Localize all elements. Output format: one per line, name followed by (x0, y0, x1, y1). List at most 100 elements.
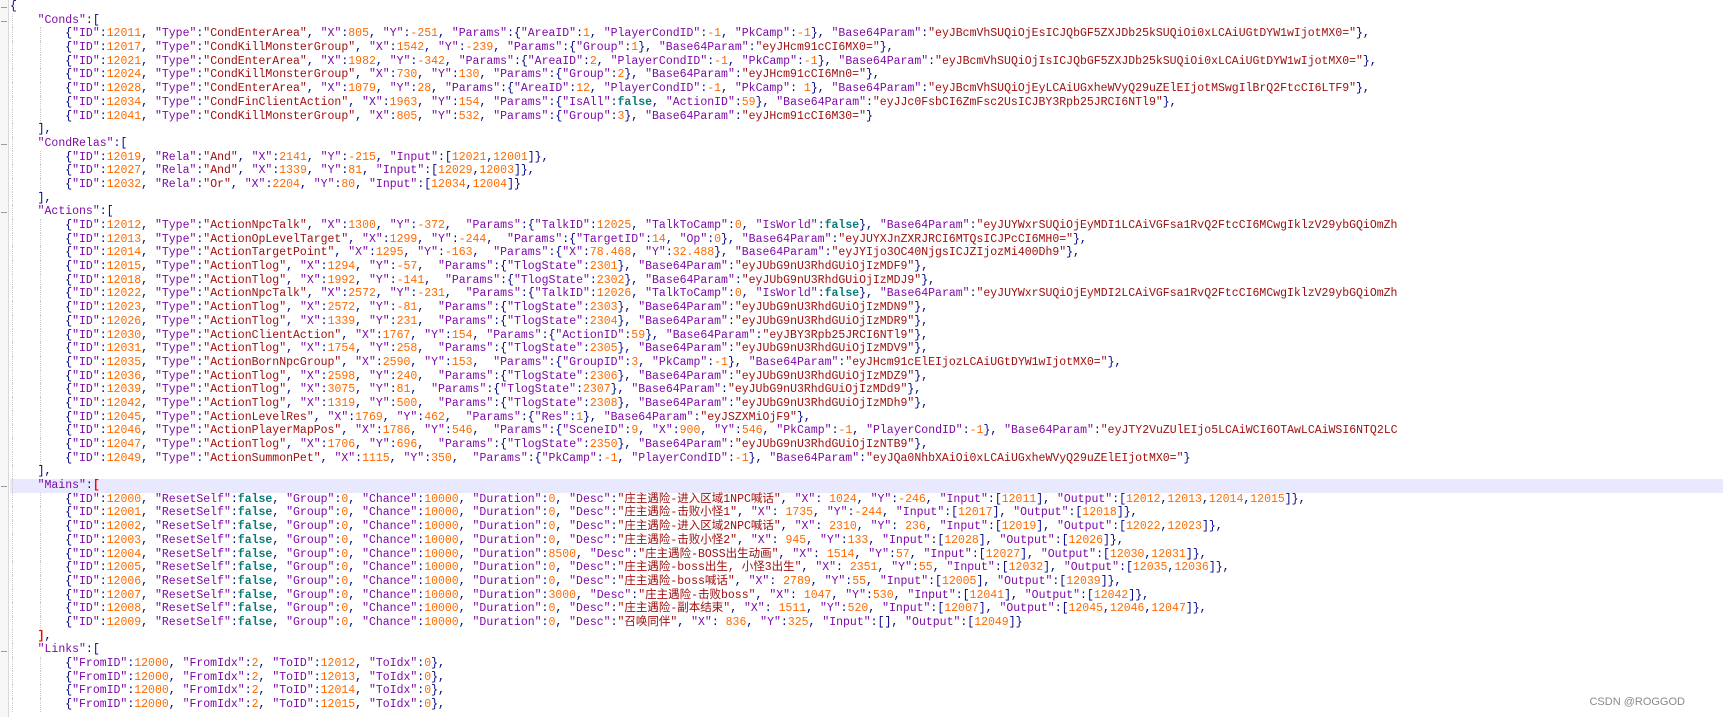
json-number: 12028 (106, 82, 142, 96)
code-line[interactable]: {"ID":12000, "ResetSelf":false, "Group":… (10, 492, 1723, 507)
json-string: "And" (203, 150, 238, 164)
fold-toggle-icon[interactable] (1, 143, 7, 145)
json-string: "eyJSZXMiOjF9" (700, 410, 797, 424)
json-punctuation: : (589, 273, 597, 287)
code-area[interactable]: { "Conds":[ {"ID":12011, "Type":"CondEnt… (10, 0, 1723, 717)
json-punctuation: : (99, 533, 107, 547)
code-line[interactable]: {"ID":12047, "Type":"ActionTlog", "X":17… (10, 438, 1723, 452)
json-punctuation: , (893, 588, 908, 602)
fold-toggle-icon[interactable] (1, 486, 7, 488)
code-line[interactable]: {"ID":12023, "Type":"ActionTlog", "X":25… (10, 301, 1723, 315)
json-punctuation: , (272, 615, 287, 629)
json-punctuation: , (141, 232, 155, 246)
json-string: "CondEnterArea" (203, 27, 307, 41)
code-line[interactable]: {"ID":12030, "Type":"ActionClientAction"… (10, 328, 1723, 343)
code-line[interactable]: {"ID":12032, "Rela":"Or", "X":2204, "Y":… (10, 177, 1723, 192)
json-punctuation: : (99, 41, 107, 55)
code-line[interactable]: {"ID":12015, "Type":"ActionTlog", "X":12… (10, 260, 1723, 274)
code-line[interactable]: {"ID":12034, "Type":"CondFinClientAction… (10, 95, 1723, 110)
code-line[interactable]: "Links":[ (10, 643, 1723, 657)
fold-gutter[interactable] (0, 0, 9, 717)
json-key: "Group" (286, 588, 335, 602)
code-line[interactable]: {"ID":12031, "Type":"ActionTlog", "X":17… (10, 342, 1723, 356)
code-line[interactable]: {"ID":12004, "ResetSelf":false, "Group":… (10, 547, 1723, 562)
json-key: "Params" (465, 287, 521, 301)
code-line[interactable]: {"ID":12018, "Type":"ActionTlog", "X":19… (10, 273, 1723, 288)
code-line[interactable]: {"ID":12017, "Type":"CondKillMonsterGrou… (10, 41, 1723, 55)
json-string: "庄主遇险-进入区域1NPC喊话" (617, 492, 781, 506)
code-line[interactable]: {"FromID":12000, "FromIdx":2, "ToID":120… (10, 698, 1723, 712)
json-punctuation: , (355, 342, 369, 356)
json-punctuation: }, (1073, 232, 1087, 246)
fold-toggle-icon[interactable] (1, 650, 7, 652)
code-editor[interactable]: { "Conds":[ {"ID":12011, "Type":"CondEnt… (0, 0, 1723, 717)
code-line[interactable]: {"ID":12012, "Type":"ActionNpcTalk", "X"… (10, 219, 1723, 233)
code-line[interactable]: {"ID":12022, "Type":"ActionNpcTalk", "X"… (10, 287, 1723, 302)
json-punctuation: :[ (1054, 602, 1069, 616)
code-line[interactable]: {"ID":12001, "ResetSelf":false, "Group":… (10, 506, 1723, 521)
code-line[interactable]: {"ID":12046, "Type":"ActionPlayerMapPos"… (10, 424, 1723, 438)
code-line[interactable]: ], (10, 465, 1723, 480)
json-punctuation: : (99, 273, 107, 287)
json-punctuation: , (417, 68, 432, 82)
json-key: "Output" (997, 574, 1053, 588)
json-number: 12019 (1001, 520, 1037, 534)
code-line[interactable]: {"ID":12024, "Type":"CondKillMonsterGrou… (10, 68, 1723, 83)
json-number: 2590 (382, 355, 411, 369)
fold-toggle-icon[interactable] (1, 20, 7, 22)
code-line[interactable]: {"ID":12014, "Type":"ActionTargetPoint",… (10, 246, 1723, 261)
json-punctuation: : (911, 561, 919, 575)
json-number: 12028 (944, 533, 979, 547)
code-line[interactable]: {"ID":12006, "ResetSelf":false, "Group":… (10, 574, 1723, 589)
code-line[interactable]: {"ID":12005, "ResetSelf":false, "Group":… (10, 561, 1723, 575)
code-line[interactable]: {"ID":12021, "Type":"CondEnterArea", "X"… (10, 54, 1723, 69)
code-line[interactable]: {"ID":12039, "Type":"ActionTlog", "X":30… (10, 383, 1723, 397)
code-line[interactable]: "Actions":[ (10, 205, 1723, 219)
json-punctuation: ], (1036, 492, 1057, 506)
json-number: 1992 (327, 273, 356, 287)
code-line[interactable]: {"ID":12035, "Type":"ActionBornNpcGroup"… (10, 355, 1723, 370)
code-line[interactable]: {"ID":12002, "ResetSelf":false, "Group":… (10, 520, 1723, 534)
code-line[interactable]: {"FromID":12000, "FromIdx":2, "ToID":120… (10, 684, 1723, 699)
json-punctuation: :{ (486, 383, 501, 397)
code-line[interactable]: {"ID":12042, "Type":"ActionTlog", "X":13… (10, 396, 1723, 411)
code-line[interactable]: "CondRelas":[ (10, 136, 1723, 151)
code-line[interactable]: {"ID":12003, "ResetSelf":false, "Group":… (10, 533, 1723, 548)
code-line[interactable]: {"ID":12026, "Type":"ActionTlog", "X":13… (10, 314, 1723, 329)
code-line[interactable]: {"ID":12049, "Type":"ActionSummonPet", "… (10, 451, 1723, 466)
indent-guide (12, 438, 13, 452)
json-number: 2 (251, 657, 259, 670)
code-line[interactable]: {"ID":12041, "Type":"CondKillMonsterGrou… (10, 109, 1723, 124)
json-key: "Group" (576, 41, 625, 55)
fold-toggle-icon[interactable] (1, 212, 7, 214)
code-line[interactable]: ], (10, 191, 1723, 206)
json-number: 1339 (327, 314, 356, 328)
code-line[interactable]: ], (10, 123, 1723, 137)
code-line[interactable]: {"ID":12028, "Type":"CondEnterArea", "X"… (10, 82, 1723, 96)
code-line[interactable]: {"ID":12008, "ResetSelf":false, "Group":… (10, 602, 1723, 616)
json-number: 12000 (134, 698, 169, 712)
code-line[interactable]: {"ID":12009, "ResetSelf":false, "Group":… (10, 615, 1723, 630)
code-line[interactable]: {"ID":12036, "Type":"ActionTlog", "X":25… (10, 369, 1723, 384)
json-punctuation: : (99, 369, 107, 383)
code-line[interactable]: {"FromID":12000, "FromIdx":2, "ToID":120… (10, 657, 1723, 671)
json-punctuation: , (458, 492, 473, 506)
json-punctuation: ], (976, 574, 998, 588)
code-line[interactable]: { (10, 0, 1723, 14)
fold-toggle-icon[interactable] (1, 6, 7, 8)
json-punctuation: , (730, 602, 744, 616)
code-line[interactable]: {"ID":12007, "ResetSelf":false, "Group":… (10, 588, 1723, 603)
json-number: 12001 (493, 150, 528, 164)
code-line[interactable]: "Mains":[ (10, 479, 1723, 493)
code-line[interactable]: "Conds":[ (10, 13, 1723, 28)
code-line[interactable]: {"ID":12013, "Type":"ActionOpLevelTarget… (10, 232, 1723, 247)
indent-guide (39, 670, 41, 685)
json-punctuation: : (99, 164, 107, 178)
code-line[interactable]: {"ID":12027, "Rela":"And", "X":1339, "Y"… (10, 164, 1723, 178)
code-line[interactable]: {"ID":12045, "Type":"ActionLevelRes", "X… (10, 410, 1723, 425)
code-line[interactable]: ], (10, 629, 1723, 644)
code-line[interactable]: {"FromID":12000, "FromIdx":2, "ToID":120… (10, 670, 1723, 685)
code-line[interactable]: {"ID":12019, "Rela":"And", "X":2141, "Y"… (10, 150, 1723, 165)
code-line[interactable]: {"ID":12011, "Type":"CondEnterArea", "X"… (10, 27, 1723, 42)
json-punctuation: : (375, 355, 383, 369)
